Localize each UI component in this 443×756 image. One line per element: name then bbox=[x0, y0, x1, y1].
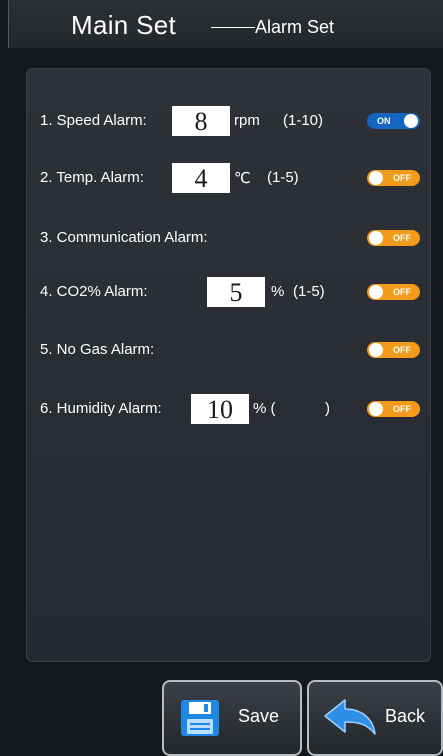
temp-alarm-unit: ℃ bbox=[234, 170, 251, 187]
toggle-knob bbox=[369, 343, 383, 357]
back-arrow-icon bbox=[324, 699, 376, 735]
communication-alarm-toggle[interactable]: OFF bbox=[367, 230, 420, 246]
humidity-alarm-unit: % ( bbox=[253, 400, 276, 417]
humidity-alarm-range: ) bbox=[325, 400, 330, 417]
humidity-alarm-toggle[interactable]: OFF bbox=[367, 401, 420, 417]
speed-alarm-value-field[interactable]: 8 bbox=[172, 106, 230, 136]
back-button[interactable]: Back bbox=[307, 680, 443, 756]
humidity-alarm-label: 6. Humidity Alarm: bbox=[40, 400, 162, 417]
speed-alarm-unit: rpm bbox=[234, 112, 260, 129]
co2-alarm-toggle[interactable]: OFF bbox=[367, 284, 420, 300]
humidity-alarm-value-field[interactable]: 10 bbox=[191, 394, 249, 424]
no-gas-alarm-toggle[interactable]: OFF bbox=[367, 342, 420, 358]
temp-alarm-toggle[interactable]: OFF bbox=[367, 170, 420, 186]
speed-alarm-range: (1-10) bbox=[283, 112, 324, 129]
header-bar: Main Set Alarm Set bbox=[8, 0, 443, 48]
speed-alarm-label: 1. Speed Alarm: bbox=[40, 112, 147, 129]
humidity-alarm-row: 6. Humidity Alarm: 10 % ( ) OFF bbox=[27, 394, 430, 424]
page-title: Main Set bbox=[71, 10, 177, 40]
co2-alarm-label: 4. CO2% Alarm: bbox=[40, 283, 148, 300]
temp-alarm-row: 2. Temp. Alarm: 4 ℃ (1-5) OFF bbox=[27, 163, 430, 193]
co2-alarm-value-field[interactable]: 5 bbox=[207, 277, 265, 307]
communication-alarm-row: 3. Communication Alarm: OFF bbox=[27, 223, 430, 253]
no-gas-alarm-row: 5. No Gas Alarm: OFF bbox=[27, 335, 430, 365]
toggle-knob bbox=[369, 285, 383, 299]
toggle-knob bbox=[369, 402, 383, 416]
page-subtitle: Alarm Set bbox=[255, 17, 335, 37]
floppy-disk-icon bbox=[181, 700, 219, 736]
alarm-settings-panel: 1. Speed Alarm: 8 rpm (1-10) ON 2. Temp.… bbox=[26, 68, 431, 662]
co2-alarm-toggle-text: OFF bbox=[393, 287, 411, 297]
speed-alarm-toggle-text: ON bbox=[377, 116, 391, 126]
speed-alarm-row: 1. Speed Alarm: 8 rpm (1-10) ON bbox=[27, 106, 430, 136]
co2-alarm-range: (1-5) bbox=[293, 283, 325, 300]
no-gas-alarm-label: 5. No Gas Alarm: bbox=[40, 341, 155, 358]
temp-alarm-range: (1-5) bbox=[267, 169, 299, 186]
speed-alarm-toggle[interactable]: ON bbox=[367, 113, 420, 129]
communication-alarm-label: 3. Communication Alarm: bbox=[40, 229, 208, 246]
temp-alarm-value-field[interactable]: 4 bbox=[172, 163, 230, 193]
toggle-knob bbox=[369, 231, 383, 245]
co2-alarm-unit: % bbox=[271, 283, 285, 300]
toggle-knob bbox=[404, 114, 418, 128]
toggle-knob bbox=[369, 171, 383, 185]
humidity-alarm-toggle-text: OFF bbox=[393, 404, 411, 414]
temp-alarm-label: 2. Temp. Alarm: bbox=[40, 169, 144, 186]
title-separator bbox=[211, 27, 255, 28]
back-button-label: Back bbox=[385, 706, 426, 726]
temp-alarm-toggle-text: OFF bbox=[393, 173, 411, 183]
communication-alarm-toggle-text: OFF bbox=[393, 233, 411, 243]
co2-alarm-row: 4. CO2% Alarm: 5 % (1-5) OFF bbox=[27, 277, 430, 307]
save-button[interactable]: Save bbox=[162, 680, 302, 756]
no-gas-alarm-toggle-text: OFF bbox=[393, 345, 411, 355]
save-button-label: Save bbox=[238, 706, 280, 726]
